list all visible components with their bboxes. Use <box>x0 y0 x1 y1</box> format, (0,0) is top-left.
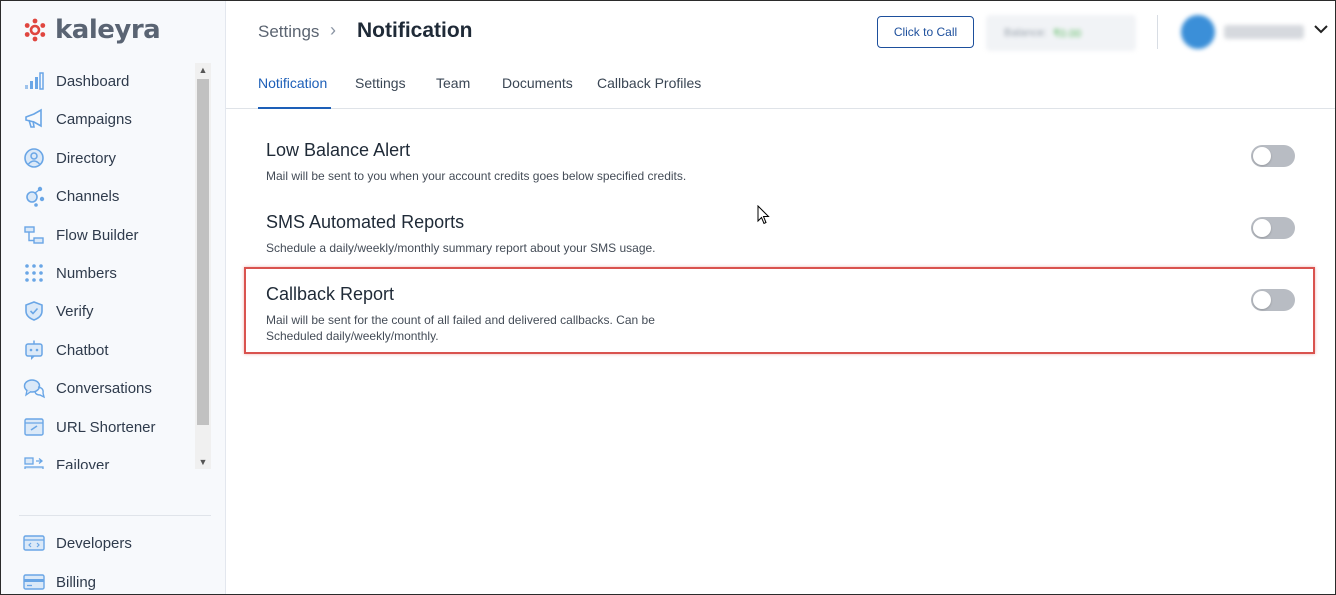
sidebar-item-label: Channels <box>56 187 120 205</box>
sidebar-nav: Dashboard Campaigns Directory Channels F… <box>1 63 211 469</box>
sidebar-item-label: Numbers <box>56 264 117 282</box>
avatar[interactable] <box>1181 15 1215 49</box>
balance-amount: ₹0.00 <box>1052 27 1082 40</box>
notification-description: Mail will be sent for the count of all f… <box>266 313 655 343</box>
brand-name: kaleyra <box>55 15 161 45</box>
failover-icon <box>23 454 45 469</box>
sidebar-item-directory[interactable]: Directory <box>23 140 116 176</box>
sidebar-item-label: Flow Builder <box>56 226 139 244</box>
tab-documents[interactable]: Documents <box>502 75 573 91</box>
sidebar-item-label: Dashboard <box>56 72 130 90</box>
toggle-knob <box>1253 147 1271 165</box>
sidebar-item-label: Failover <box>56 456 110 470</box>
callback-report-toggle[interactable] <box>1251 289 1295 311</box>
tab-settings[interactable]: Settings <box>355 75 406 91</box>
keypad-icon <box>23 262 45 284</box>
sidebar-item-label: Developers <box>56 534 132 552</box>
click-to-call-button[interactable]: Click to Call <box>877 16 974 48</box>
sidebar-item-label: Directory <box>56 149 117 167</box>
channels-icon <box>23 185 45 207</box>
toggle-knob <box>1253 291 1271 309</box>
sidebar-item-chatbot[interactable]: Chatbot <box>23 332 109 368</box>
sidebar-item-developers[interactable]: Developers <box>23 525 132 561</box>
sidebar-scrollbar[interactable]: ▲ ▼ <box>195 63 211 469</box>
shield-icon <box>23 300 45 322</box>
notification-title: Callback Report <box>266 284 395 304</box>
user-name-blurred[interactable] <box>1224 25 1304 39</box>
sidebar-divider <box>19 515 211 516</box>
top-header: Settings › Notification Click to Call Ba… <box>226 1 1335 63</box>
sidebar-item-label: Campaigns <box>56 110 132 128</box>
breadcrumb-settings-link[interactable]: Settings <box>258 22 319 42</box>
mouse-cursor-icon <box>757 205 770 225</box>
chevron-down-icon[interactable] <box>1314 21 1328 39</box>
sidebar: kaleyra Dashboard Campaigns Directory Ch… <box>1 1 226 594</box>
sidebar-item-verify[interactable]: Verify <box>23 293 94 329</box>
scroll-up-arrow-icon[interactable]: ▲ <box>195 63 211 77</box>
sidebar-item-billing[interactable]: Billing <box>23 564 97 594</box>
notification-title: SMS Automated Reports <box>266 212 465 232</box>
link-icon <box>23 416 45 438</box>
balance-badge[interactable]: Balance: ₹0.00 <box>986 15 1136 51</box>
low-balance-toggle[interactable] <box>1251 145 1295 167</box>
tab-notification[interactable]: Notification <box>258 75 327 91</box>
active-tab-indicator <box>258 107 331 109</box>
scroll-down-arrow-icon[interactable]: ▼ <box>195 455 211 469</box>
tab-callback-profiles[interactable]: Callback Profiles <box>597 75 701 91</box>
settings-tabs: Notification Settings Team Documents Cal… <box>226 63 1335 109</box>
megaphone-icon <box>23 108 45 130</box>
sidebar-item-label: Verify <box>56 302 94 320</box>
page-title: Notification <box>357 19 473 42</box>
scroll-thumb[interactable] <box>197 79 209 425</box>
kaleyra-logo-icon <box>24 18 46 42</box>
bar-chart-icon <box>23 70 45 92</box>
flow-icon <box>23 224 45 246</box>
app-window: kaleyra Dashboard Campaigns Directory Ch… <box>0 0 1336 595</box>
credit-card-icon <box>23 571 45 593</box>
sidebar-item-failover[interactable]: Failover <box>23 447 109 469</box>
sidebar-item-numbers[interactable]: Numbers <box>23 255 117 291</box>
sidebar-item-label: URL Shortener <box>56 418 156 436</box>
user-circle-icon <box>23 147 45 169</box>
tab-team[interactable]: Team <box>436 75 470 91</box>
balance-label: Balance: <box>1004 27 1047 39</box>
sidebar-item-flow-builder[interactable]: Flow Builder <box>23 217 139 253</box>
chevron-right-icon: › <box>330 20 336 40</box>
header-divider <box>1157 15 1158 49</box>
sidebar-item-label: Chatbot <box>56 341 109 359</box>
notification-title: Low Balance Alert <box>266 140 411 160</box>
sidebar-item-dashboard[interactable]: Dashboard <box>23 63 129 99</box>
sidebar-item-url-shortener[interactable]: URL Shortener <box>23 409 156 445</box>
sidebar-item-label: Conversations <box>56 379 152 397</box>
code-icon <box>23 532 45 554</box>
brand-logo[interactable]: kaleyra <box>23 15 161 45</box>
sidebar-item-label: Billing <box>56 573 97 591</box>
sms-reports-toggle[interactable] <box>1251 217 1295 239</box>
chat-bubbles-icon <box>23 377 45 399</box>
sidebar-item-conversations[interactable]: Conversations <box>23 370 152 406</box>
toggle-knob <box>1253 219 1271 237</box>
sidebar-item-channels[interactable]: Channels <box>23 178 119 214</box>
sidebar-item-campaigns[interactable]: Campaigns <box>23 101 132 137</box>
notification-description: Mail will be sent to you when your accou… <box>266 169 687 183</box>
notification-description: Schedule a daily/weekly/monthly summary … <box>266 241 656 255</box>
chatbot-icon <box>23 339 45 361</box>
